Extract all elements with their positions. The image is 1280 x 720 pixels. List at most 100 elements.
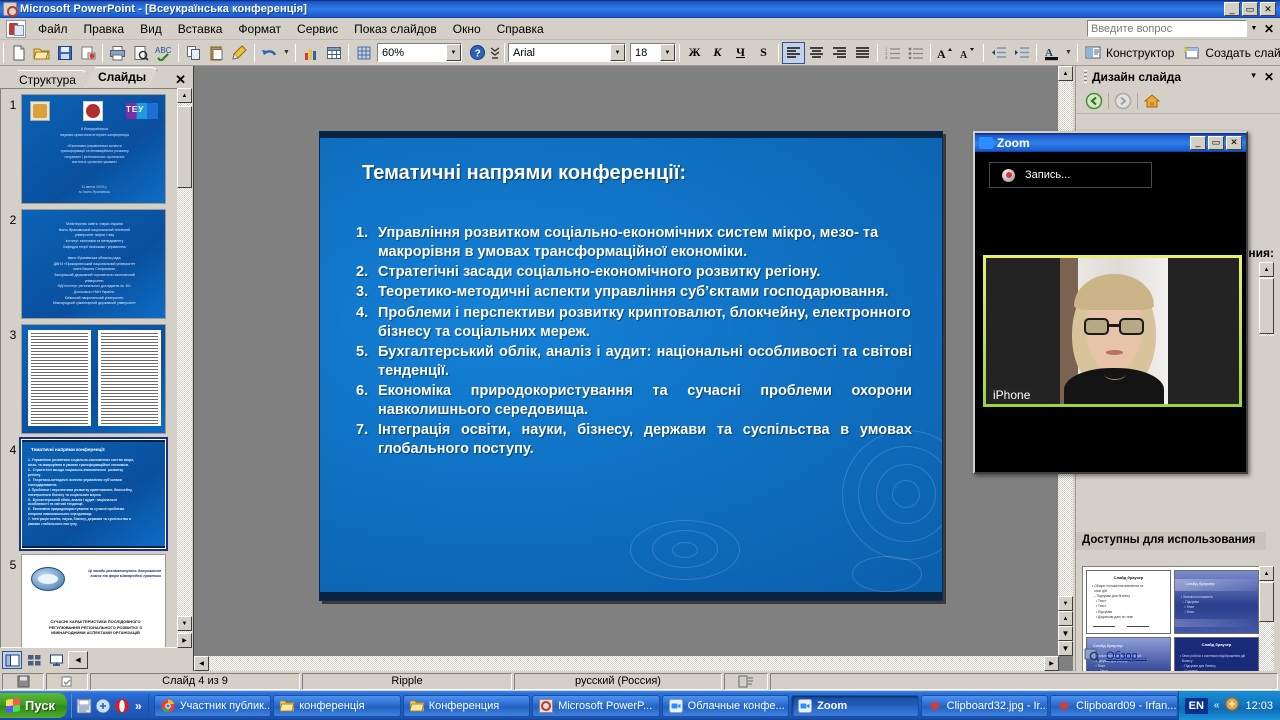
thumbnail-row[interactable]: 1 ТЕУ II Всеукраїнськанауково-практична … <box>1 89 177 204</box>
insert-table-icon[interactable] <box>322 42 345 64</box>
font-name-dropdown-icon[interactable]: ▼ <box>610 44 625 61</box>
menu-item-window[interactable]: Окно <box>445 19 489 39</box>
font-name-combo[interactable]: Arial ▼ <box>508 43 626 62</box>
taskbar-item-clipboard09[interactable]: Clipboard09 - Irfan... <box>1050 695 1177 717</box>
menu-item-edit[interactable]: Правка <box>76 19 133 39</box>
copy-icon[interactable] <box>182 42 205 64</box>
task-pane-grip[interactable] <box>1084 70 1087 84</box>
quick-launch-app-icon[interactable] <box>95 698 111 714</box>
slide-scroll-up-button[interactable]: ▲ <box>1058 66 1073 81</box>
menu-item-format[interactable]: Формат <box>230 19 289 39</box>
zoom-combo[interactable]: 60% ▼ <box>377 43 462 62</box>
spelling-check-icon[interactable]: ABC <box>152 42 175 64</box>
thumbnail-scrollbar[interactable]: ▲ ▼ ▶ <box>177 88 192 648</box>
task-pane-close-button[interactable]: ✕ <box>1264 70 1274 84</box>
task-pane-scrollbar-top[interactable]: ▲ <box>1259 262 1274 336</box>
close-pane-button[interactable]: ✕ <box>175 72 192 88</box>
menu-item-tools[interactable]: Сервис <box>289 19 346 39</box>
increase-indent-button[interactable] <box>1010 42 1033 64</box>
menu-item-help[interactable]: Справка <box>489 19 552 39</box>
scroll-left-button[interactable]: ◀ <box>194 656 209 671</box>
slide-thumbnail-list[interactable]: 1 ТЕУ II Всеукраїнськанауково-практична … <box>0 88 192 648</box>
restore-button[interactable]: ▭ <box>1242 2 1258 16</box>
undo-icon[interactable] <box>258 42 281 64</box>
taskbar-item-folder-ua[interactable]: конференція <box>273 695 400 717</box>
new-slide-label[interactable]: Создать слайд <box>1203 46 1280 60</box>
zoom-close-button[interactable]: ✕ <box>1226 136 1242 150</box>
recording-indicator[interactable]: Запись... <box>989 162 1152 188</box>
menubar-close-button[interactable]: ✕ <box>1261 22 1277 36</box>
previous-slide-button[interactable]: ▲ <box>1058 611 1073 626</box>
tray-app-icon[interactable] <box>1225 697 1239 714</box>
increase-font-size-button[interactable]: A <box>934 42 957 64</box>
align-center-button[interactable] <box>805 42 828 64</box>
align-left-button[interactable] <box>782 42 805 64</box>
start-button[interactable]: Пуск <box>0 693 67 718</box>
print-icon[interactable] <box>106 42 129 64</box>
templates-scroll-up-button[interactable]: ▲ <box>1259 566 1274 581</box>
taskbar-clock[interactable]: 12:03 <box>1245 700 1273 712</box>
text-shadow-button[interactable]: S <box>752 42 775 64</box>
question-input[interactable]: Введите вопрос <box>1087 20 1247 37</box>
justify-button[interactable] <box>851 42 874 64</box>
slide-thumbnail-5[interactable]: Ці засади регламентують дотриманнявимог … <box>21 554 166 648</box>
new-slide-icon[interactable] <box>1180 42 1203 64</box>
question-dropdown-icon[interactable]: ▼ <box>1247 20 1261 37</box>
zoom-minimize-button[interactable]: _ <box>1190 136 1206 150</box>
normal-view-button[interactable] <box>2 651 22 669</box>
scrollbar-thumb[interactable] <box>177 106 192 188</box>
new-document-icon[interactable] <box>7 42 30 64</box>
taskbar-item-folder-ru[interactable]: Конференция <box>403 695 530 717</box>
slide-horizontal-scrollbar[interactable]: ◀ ▶ <box>194 656 1059 671</box>
italic-button[interactable]: К <box>706 42 729 64</box>
slide-scroll-down-button[interactable]: ▼ <box>1058 596 1073 611</box>
pane-scroll-left-button[interactable]: ◀ <box>68 651 88 669</box>
slide-show-button[interactable] <box>46 651 66 669</box>
slide-thumbnail-1[interactable]: ТЕУ II Всеукраїнськанауково-практична ін… <box>21 94 166 204</box>
next-slide-button[interactable]: ▼ <box>1058 626 1073 641</box>
browse-link[interactable]: Обзор... <box>1106 650 1147 662</box>
open-folder-icon[interactable] <box>30 42 53 64</box>
save-icon[interactable] <box>53 42 76 64</box>
numbered-list-button[interactable]: 123 <box>881 42 904 64</box>
zoom-maximize-button[interactable]: ▭ <box>1208 136 1224 150</box>
font-size-combo[interactable]: 18 ▼ <box>630 43 676 62</box>
tab-slides[interactable]: Слайды <box>85 67 159 88</box>
font-color-button[interactable]: A <box>1040 42 1063 64</box>
thumbnail-row[interactable]: 3 <box>1 319 177 434</box>
h-scroll-track[interactable] <box>209 656 1044 671</box>
design-template-thumb[interactable]: Слайд браузер • Загальні положення – Під… <box>1174 570 1259 634</box>
document-icon[interactable] <box>6 20 26 38</box>
active-speaker-video-frame[interactable]: iPhone <box>983 255 1242 407</box>
thumbnail-row[interactable]: 5 Ці засади регламентують дотриманнявимо… <box>1 549 177 648</box>
taskbar-item-powerpoint[interactable]: Microsoft PowerP... <box>532 695 659 717</box>
menu-item-view[interactable]: Вид <box>132 19 170 39</box>
slide-title[interactable]: Тематичні напрями конференції: <box>362 162 922 185</box>
help-icon[interactable]: ? <box>466 42 489 64</box>
quick-launch-save-icon[interactable] <box>76 698 92 714</box>
menu-item-file[interactable]: Файл <box>30 19 76 39</box>
current-slide[interactable]: Тематичні напрями конференції: 1. Управл… <box>319 131 943 601</box>
language-indicator[interactable]: EN <box>1185 698 1208 714</box>
quick-launch-chevron[interactable]: » <box>133 699 144 713</box>
taskbar-item-clipboard32[interactable]: Clipboard32.jpg - Ir... <box>921 695 1048 717</box>
browse-row[interactable]: Обзор... <box>1084 647 1147 665</box>
show-grid-icon[interactable] <box>352 42 375 64</box>
print-preview-icon[interactable] <box>129 42 152 64</box>
slide-thumbnail-4[interactable]: Тематичні напрями конференції: 1. Управл… <box>21 439 166 549</box>
scroll-next-button[interactable]: ▶ <box>177 633 192 648</box>
zoom-meeting-window[interactable]: Zoom _ ▭ ✕ Запись... <box>973 131 1248 474</box>
thumbnail-row[interactable]: 2 Міністерство освіти і науки України Ів… <box>1 204 177 319</box>
slide-thumbnail-2[interactable]: Міністерство освіти і науки України Іван… <box>21 209 166 319</box>
decrease-indent-button[interactable] <box>987 42 1010 64</box>
task-pane-dropdown-icon[interactable]: ▾ <box>1251 70 1256 84</box>
bulleted-list-button[interactable] <box>904 42 927 64</box>
align-right-button[interactable] <box>828 42 851 64</box>
close-button[interactable]: ✕ <box>1260 2 1276 16</box>
slide-design-icon[interactable] <box>1081 42 1104 64</box>
quick-launch-opera-icon[interactable] <box>114 698 130 714</box>
tray-expand-chevron[interactable]: « <box>1214 700 1220 711</box>
task-pane-scroll-thumb[interactable] <box>1259 278 1274 334</box>
minimize-button[interactable]: _ <box>1224 2 1240 16</box>
toolbar-overflow-icon[interactable] <box>489 42 501 64</box>
